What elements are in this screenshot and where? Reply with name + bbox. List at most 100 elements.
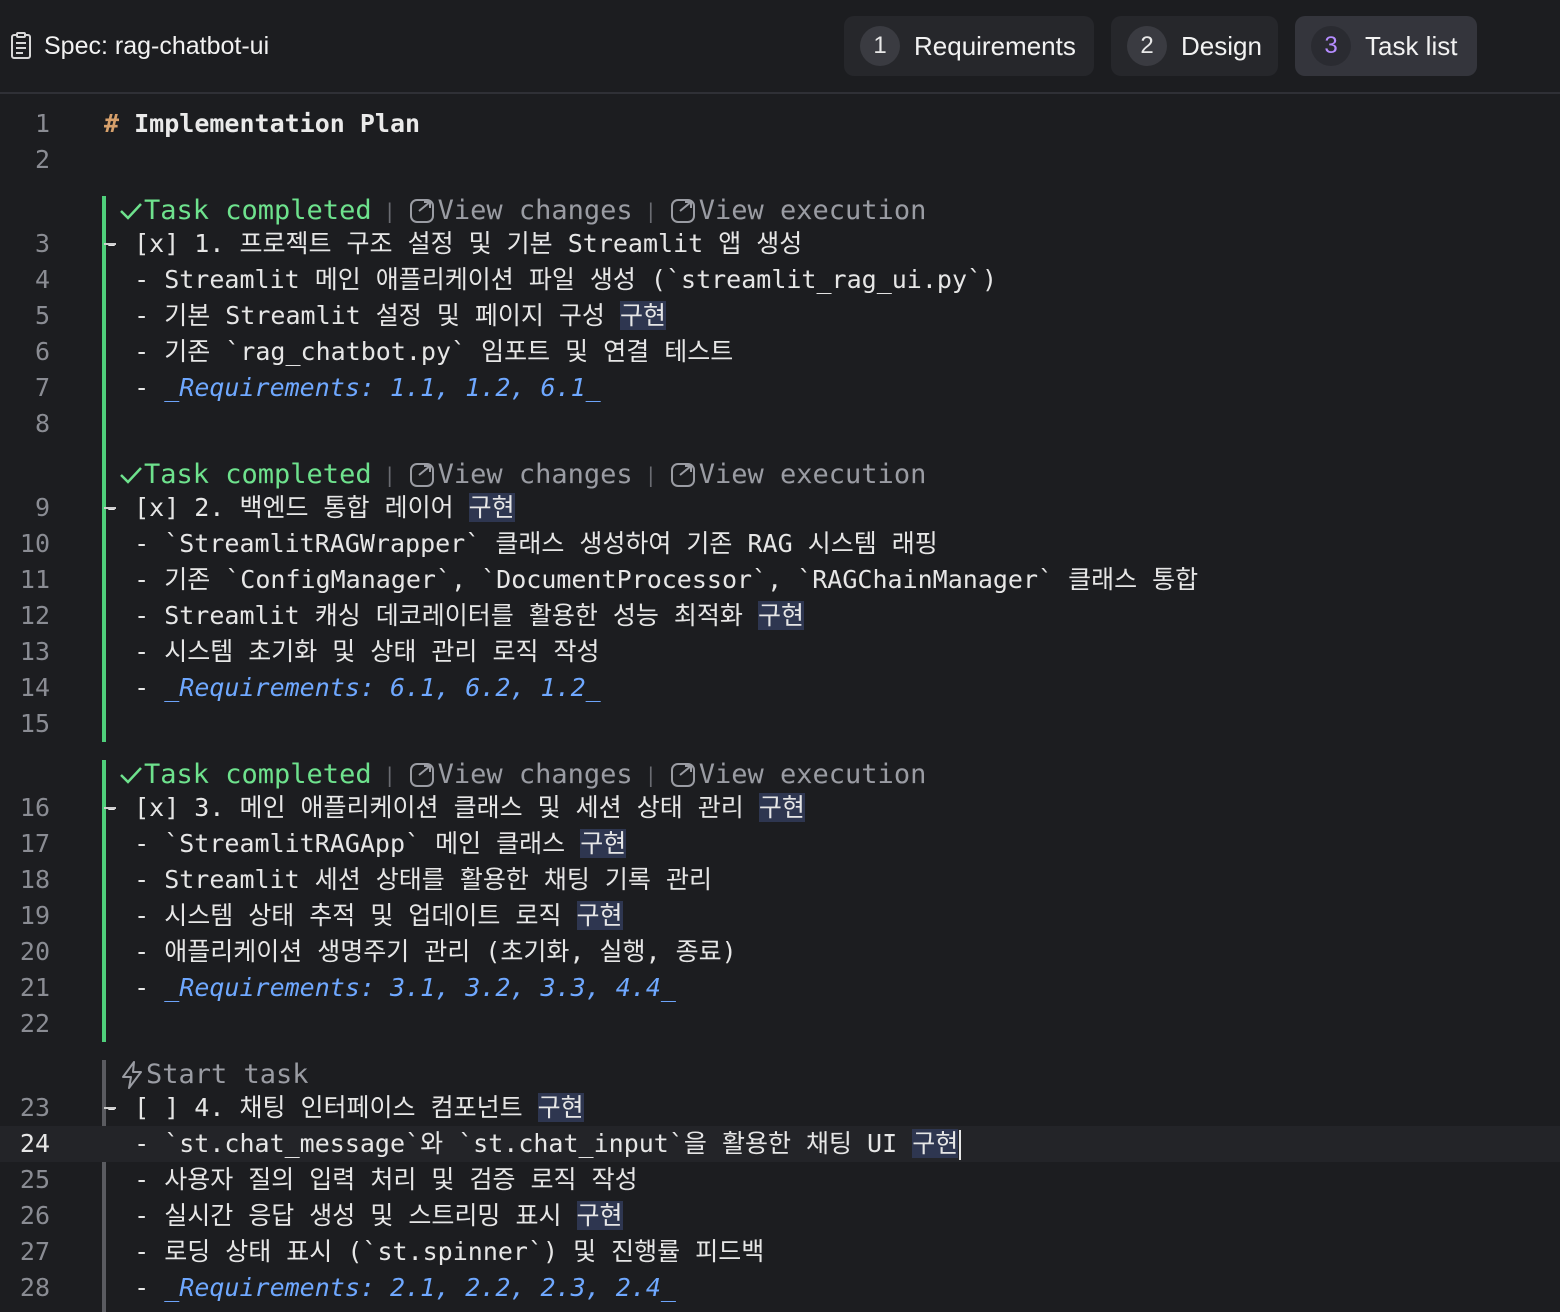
code-line[interactable]: 19 - 시스템 상태 추적 및 업데이트 로직 구현 <box>0 898 1560 934</box>
line-number: 25 <box>19 1165 50 1194</box>
code-line[interactable]: 26 - 실시간 응답 생성 및 스트리밍 표시 구현 <box>0 1198 1560 1234</box>
code-line[interactable]: 17 - `StreamlitRAGApp` 메인 클래스 구현 <box>0 826 1560 862</box>
line-text: - `StreamlitRAGApp` 메인 클래스 <box>104 829 581 858</box>
tab-number: 1 <box>860 26 900 66</box>
line-number: 6 <box>34 337 50 366</box>
check-icon <box>120 203 142 220</box>
start-task-label: Start task <box>146 1059 309 1090</box>
line-number: 16 <box>19 793 50 822</box>
tab-task-list[interactable]: 3 Task list <box>1295 16 1477 76</box>
line-content: - `st.chat_message`와 `st.chat_input`을 활용… <box>104 1126 962 1162</box>
view-changes-link[interactable]: View changes <box>408 194 633 228</box>
code-line[interactable]: 12 - Streamlit 캐싱 데코레이터를 활용한 성능 최적화 구현 <box>0 598 1560 634</box>
task-marker <box>104 243 116 245</box>
line-number: 26 <box>19 1201 50 1230</box>
code-line[interactable]: 25 - 사용자 질의 입력 처리 및 검증 로직 작성 <box>0 1162 1560 1198</box>
line-text: - 기존 `ConfigManager`, `DocumentProcessor… <box>104 565 1199 594</box>
line-text: - <box>104 1273 165 1302</box>
code-line[interactable]: 7 - _Requirements: 1.1, 1.2, 6.1_ <box>0 370 1560 406</box>
task-completed-label[interactable]: Task completed <box>144 458 372 492</box>
code-line[interactable]: 11 - 기존 `ConfigManager`, `DocumentProces… <box>0 562 1560 598</box>
code-line[interactable]: 24 - `st.chat_message`와 `st.chat_input`을… <box>0 1126 1560 1162</box>
highlighted-word: 구현 <box>912 1129 959 1158</box>
code-line[interactable]: 22 <box>0 1006 1560 1042</box>
view-changes-link[interactable]: View changes <box>408 458 633 492</box>
line-number: 18 <box>19 865 50 894</box>
line-content: - 기존 `rag_chatbot.py` 임포트 및 연결 테스트 <box>104 334 733 370</box>
line-number: 10 <box>19 529 50 558</box>
line-content: - _Requirements: 2.1, 2.2, 2.3, 2.4_ <box>104 1270 676 1306</box>
line-text: - 애플리케이션 생명주기 관리 (초기화, 실행, 종료) <box>104 937 737 966</box>
line-content: - _Requirements: 6.1, 6.2, 1.2_ <box>104 670 601 706</box>
line-text: - `st.chat_message`와 `st.chat_input`을 활용… <box>104 1129 913 1158</box>
line-number: 27 <box>19 1237 50 1266</box>
code-line[interactable]: 6 - 기존 `rag_chatbot.py` 임포트 및 연결 테스트 <box>0 334 1560 370</box>
line-text: - <box>104 373 165 402</box>
line-text: - 기존 `rag_chatbot.py` 임포트 및 연결 테스트 <box>104 337 734 366</box>
line-number: 1 <box>34 109 50 138</box>
line-number: 13 <box>19 637 50 666</box>
view-changes-link[interactable]: View changes <box>408 758 633 792</box>
view-execution-link[interactable]: View execution <box>669 758 927 792</box>
line-content: - _Requirements: 3.1, 3.2, 3.3, 4.4_ <box>104 970 676 1006</box>
line-text: - 실시간 응답 생성 및 스트리밍 표시 <box>104 1201 577 1230</box>
line-number: 8 <box>34 409 50 438</box>
highlighted-word: 구현 <box>757 601 804 630</box>
separator: | <box>644 463 657 487</box>
line-text: - 시스템 상태 추적 및 업데이트 로직 <box>104 901 577 930</box>
tab-requirements[interactable]: 1 Requirements <box>844 16 1094 76</box>
code-line[interactable]: 1 # Implementation Plan <box>0 106 1560 142</box>
task-completed-label[interactable]: Task completed <box>144 194 372 228</box>
code-line[interactable]: 20 - 애플리케이션 생명주기 관리 (초기화, 실행, 종료) <box>0 934 1560 970</box>
task-editor[interactable]: Task completed | View changes | View exe… <box>0 96 1560 1312</box>
view-execution-label: View execution <box>698 759 927 790</box>
tab-label: Task list <box>1365 30 1458 61</box>
code-line[interactable]: 28 - _Requirements: 2.1, 2.2, 2.3, 2.4_ <box>0 1270 1560 1306</box>
code-line[interactable]: 18 - Streamlit 세션 상태를 활용한 채팅 기록 관리 <box>0 862 1560 898</box>
code-line[interactable]: 4 - Streamlit 메인 애플리케이션 파일 생성 (`streamli… <box>0 262 1560 298</box>
lightning-icon <box>122 1061 142 1089</box>
code-line[interactable]: 27 - 로딩 상태 표시 (`st.spinner`) 및 진행률 피드백 <box>0 1234 1560 1270</box>
code-line[interactable]: 3 - [x] 1. 프로젝트 구조 설정 및 기본 Streamlit 앱 생성 <box>0 226 1560 262</box>
code-line[interactable]: 15 <box>0 706 1560 742</box>
line-text: - [ ] 4. 채팅 인터페이스 컴포넌트 <box>104 1093 538 1122</box>
line-number: 4 <box>34 265 50 294</box>
task-codelens: Task completed | View changes | View exe… <box>118 458 926 492</box>
code-line[interactable]: 9 - [x] 2. 백엔드 통합 레이어 구현 <box>0 490 1560 526</box>
tab-number: 2 <box>1127 26 1167 66</box>
code-line[interactable]: 13 - 시스템 초기화 및 상태 관리 로직 작성 <box>0 634 1560 670</box>
line-text: - 기본 Streamlit 설정 및 페이지 구성 <box>104 301 620 330</box>
line-number: 14 <box>19 673 50 702</box>
view-execution-link[interactable]: View execution <box>669 458 926 492</box>
highlighted-word: 구현 <box>576 1201 623 1230</box>
line-text: - 사용자 질의 입력 처리 및 검증 로직 작성 <box>104 1165 638 1194</box>
view-execution-link[interactable]: View execution <box>669 194 926 228</box>
code-line[interactable]: 2 <box>0 142 1560 178</box>
tab-design[interactable]: 2 Design <box>1111 16 1278 76</box>
task-marker <box>104 807 116 809</box>
external-link-icon <box>409 463 434 487</box>
code-line[interactable]: 16 - [x] 3. 메인 애플리케이션 클래스 및 세션 상태 관리 구현 <box>0 790 1560 826</box>
external-link-icon <box>670 763 695 787</box>
code-line[interactable]: 23 - [ ] 4. 채팅 인터페이스 컴포넌트 구현 <box>0 1090 1560 1126</box>
task-completed-label[interactable]: Task completed <box>144 758 372 792</box>
view-changes-label: View changes <box>437 759 633 790</box>
code-line[interactable]: 10 - `StreamlitRAGWrapper` 클래스 생성하여 기존 R… <box>0 526 1560 562</box>
spec-header: Spec: rag-chatbot-ui 1 Requirements 2 De… <box>0 0 1560 94</box>
line-number: 2 <box>34 145 50 174</box>
line-content: - 로딩 상태 표시 (`st.spinner`) 및 진행률 피드백 <box>104 1234 764 1270</box>
line-number: 22 <box>19 1009 50 1038</box>
line-number: 9 <box>34 493 50 522</box>
start-task-button[interactable]: Start task <box>118 1058 309 1092</box>
text-cursor <box>959 1130 962 1160</box>
line-content: - 시스템 초기화 및 상태 관리 로직 작성 <box>104 634 599 670</box>
line-text: - Streamlit 세션 상태를 활용한 채팅 기록 관리 <box>104 865 712 894</box>
external-link-icon <box>409 763 434 787</box>
code-line[interactable]: 14 - _Requirements: 6.1, 6.2, 1.2_ <box>0 670 1560 706</box>
code-line[interactable]: 21 - _Requirements: 3.1, 3.2, 3.3, 4.4_ <box>0 970 1560 1006</box>
requirements-ref: _Requirements: 2.1, 2.2, 2.3, 2.4_ <box>164 1273 676 1302</box>
code-line[interactable]: 5 - 기본 Streamlit 설정 및 페이지 구성 구현 <box>0 298 1560 334</box>
line-content: - [x] 2. 백엔드 통합 레이어 구현 <box>104 490 515 526</box>
code-line[interactable]: 8 <box>0 406 1560 442</box>
line-content: - 시스템 상태 추적 및 업데이트 로직 구현 <box>104 898 623 934</box>
